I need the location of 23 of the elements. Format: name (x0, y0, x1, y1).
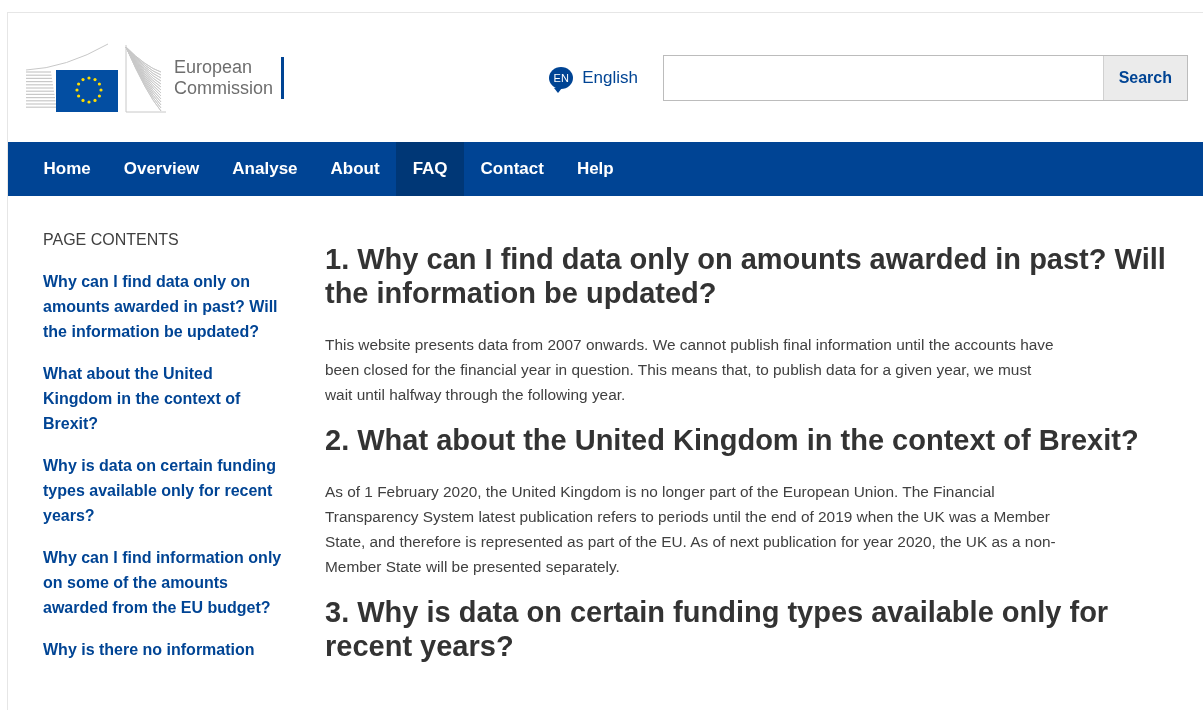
section-text: This website presents data from 2007 onwards. We cannot publish final information until the accounts have been closed for the financial year in question. This means that, to publish data for a given year, we must wait until halfway through the following year. (325, 335, 1055, 405)
search-button[interactable]: Search (1102, 55, 1187, 100)
nav-tab[interactable]: Overview (107, 142, 216, 196)
language-link[interactable]: English (582, 67, 638, 88)
section-heading: 3. Why is data on certain funding types available only for recent years? (325, 595, 1110, 663)
sidebar-link[interactable]: Why can I find data only on amounts awarded in past? Will the information be updated? (43, 269, 283, 344)
sidebar-link[interactable]: Why can I find information only on some of the amounts awarded from the EU budget? (43, 545, 283, 620)
search-field[interactable]: Search (663, 54, 1188, 101)
section-heading: 1. Why can I find data only on amounts awarded in past? Will the information be updated? (325, 242, 1167, 310)
section-text: As of 1 February 2020, the United Kingdom is no longer part of the European Union. The Financial Transparency System latest publication refers to periods until the end of 2019 when the UK was a Member State, and therefore is represented as part of the EU. As of next publication for year 2020, the UK as a non-Member State will be presented separately. (325, 482, 1057, 577)
logo-text: Commission (174, 77, 274, 99)
nav-tab[interactable]: About (314, 142, 397, 196)
nav-tab[interactable]: Contact (464, 142, 561, 196)
nav-tab[interactable]: Analyse (215, 142, 315, 196)
logo-text: European (174, 56, 254, 78)
nav-tab[interactable]: Help (560, 142, 631, 196)
nav-tab[interactable]: FAQ (396, 142, 465, 196)
sidebar-link[interactable]: Why is there no information (43, 637, 283, 662)
section-heading: 2. What about the United Kingdom in the context of Brexit? (325, 423, 1140, 457)
sidebar-title: PAGE CONTENTS (43, 231, 180, 249)
sidebar-link[interactable]: What about the United Kingdom in the context of Brexit? (43, 361, 283, 436)
nav-tab[interactable]: Home (27, 142, 108, 196)
sidebar-link[interactable]: Why is data on certain funding types available only for recent years? (43, 453, 283, 528)
